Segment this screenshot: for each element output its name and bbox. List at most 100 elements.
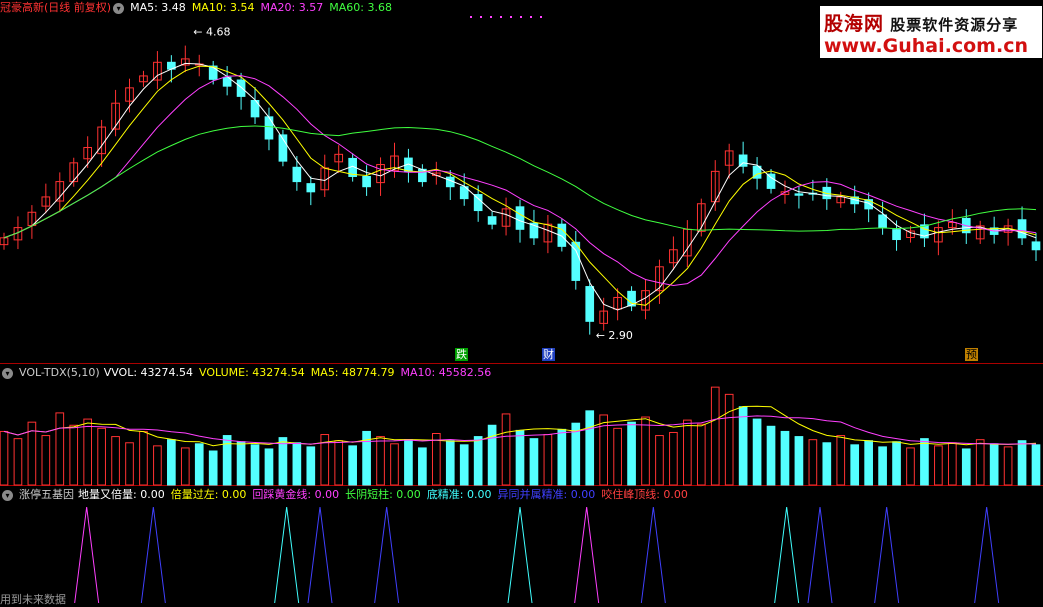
volume-bar-down [1017,440,1027,486]
stock-title: 冠豪高新(日线 前复权) [0,1,112,14]
signal-spike [640,506,666,604]
settings-circle-icon[interactable]: ▾ [113,2,125,14]
volume-bar-down [292,442,302,486]
vol-ma5-label: MA5: 48774.79 [310,366,395,379]
volume-bar-up [125,442,134,486]
volume-bar-down [473,436,483,486]
candle-down [264,116,274,140]
volume-bar-down [264,448,274,486]
candle-down [515,206,525,230]
settings-circle-icon[interactable]: ▾ [2,489,13,501]
volume-bar-down [850,444,860,486]
candle-down [766,173,776,189]
volume-bar-up [1003,446,1013,486]
signal-dot [470,16,472,18]
volume-bar-down [738,406,748,486]
volume-bar-up [710,386,720,486]
candle-down [487,216,497,225]
candle-down [236,79,246,97]
volume-bar-up [390,443,399,486]
volume-bar-up [431,433,441,486]
volume-bar-up [696,423,706,486]
volume-bar-down [459,444,469,486]
signal-spike [507,506,533,604]
signal-spike [974,506,1000,604]
signal-spike [774,506,800,604]
volume-bar-up [55,412,65,486]
volume-bar-up [613,427,622,486]
volume-bar-down [404,439,413,486]
signal-dot [490,16,492,18]
signal-dot [540,16,542,18]
logo-text: 股海网 股票软件资源分享 [824,13,1019,35]
signal-spike [374,506,400,604]
volume-bar-down [250,444,260,486]
volume-bar-down [515,429,525,486]
volume-bar-down [961,448,971,486]
ind-label-4: 长阴短柱: 0.00 [345,488,421,501]
volume-bar-up [13,438,23,486]
volume-bar-up [655,435,664,486]
ma10-label: MA10: 3.54 [191,1,255,14]
vvol-label: VVOL: 43274.54 [103,366,194,379]
candle-down [1031,241,1041,251]
volume-bar-up [975,439,985,486]
candle-down [794,193,804,196]
volume-bar-up [934,445,943,486]
ma10-line [3,65,1037,306]
stock-chart: ← 4.68 ← 2.90 [0,16,1043,604]
volume-bar-up [41,435,51,486]
volume-bar-down [892,441,901,486]
ma60-label: MA60: 3.68 [329,1,392,14]
ind-label-2: 倍量过左: 0.00 [170,488,247,501]
volume-bar-down [920,438,929,486]
ma20-line [3,75,1037,287]
volume-bar-down [236,441,246,486]
ind-label-7: 咬住峰顶线: 0.00 [601,488,688,501]
volume-bar-down [1031,444,1041,486]
volume-bar-up [947,442,957,486]
volume-bar-down [529,438,539,486]
marker-yu: 预 [965,348,978,361]
vol-ma10-label: MA10: 45582.56 [400,366,492,379]
volume-bar-down [557,428,567,486]
volume-bar-down [445,440,455,486]
volume-bar-down [794,436,804,486]
volume-bar-down [780,430,790,486]
low-price-label: ← 2.90 [596,329,633,342]
volume-bar-down [348,445,357,486]
settings-circle-icon[interactable]: ▾ [2,367,13,379]
volume-bar-down [306,446,316,486]
signal-dot [530,16,532,18]
volume-bar-up [0,430,9,486]
candle-down [473,194,483,212]
ma5-line [3,62,1037,311]
volume-bar-down [571,422,581,486]
volume-bar-down [822,442,832,486]
volume-bar-down [878,446,887,486]
volume-bar-up [334,440,344,486]
volume-bar-down [989,443,999,486]
volume-bar-up [641,416,650,486]
ind-label-5: 底精准: 0.00 [426,488,492,501]
signal-spike [874,506,900,604]
volume-bar-down [752,418,762,486]
volume-bar-up [808,439,818,486]
volume-title: VOL-TDX(5,10) [19,366,100,379]
volume-bar-up [724,393,734,486]
volume-label: VOLUME: 43274.54 [199,366,305,379]
signal-dot [520,16,522,18]
signal-spike [574,506,600,604]
volume-bar-down [208,450,218,486]
volume-bar-up [669,431,678,486]
volume-header: ▾ VOL-TDX(5,10) VVOL: 43274.54 VOLUME: 4327… [0,365,497,381]
volume-bar-up [683,419,692,486]
volume-bar-up [153,445,162,486]
ma20-label: MA20: 3.57 [260,1,324,14]
volume-bar-up [501,413,511,486]
signal-dot [510,16,512,18]
guhai-logo[interactable]: 股海网 股票软件资源分享 www.Guhai.com.cn [820,6,1042,58]
candle-down [306,183,316,193]
volume-bar-down [278,437,288,486]
volume-bar-up [111,436,120,486]
